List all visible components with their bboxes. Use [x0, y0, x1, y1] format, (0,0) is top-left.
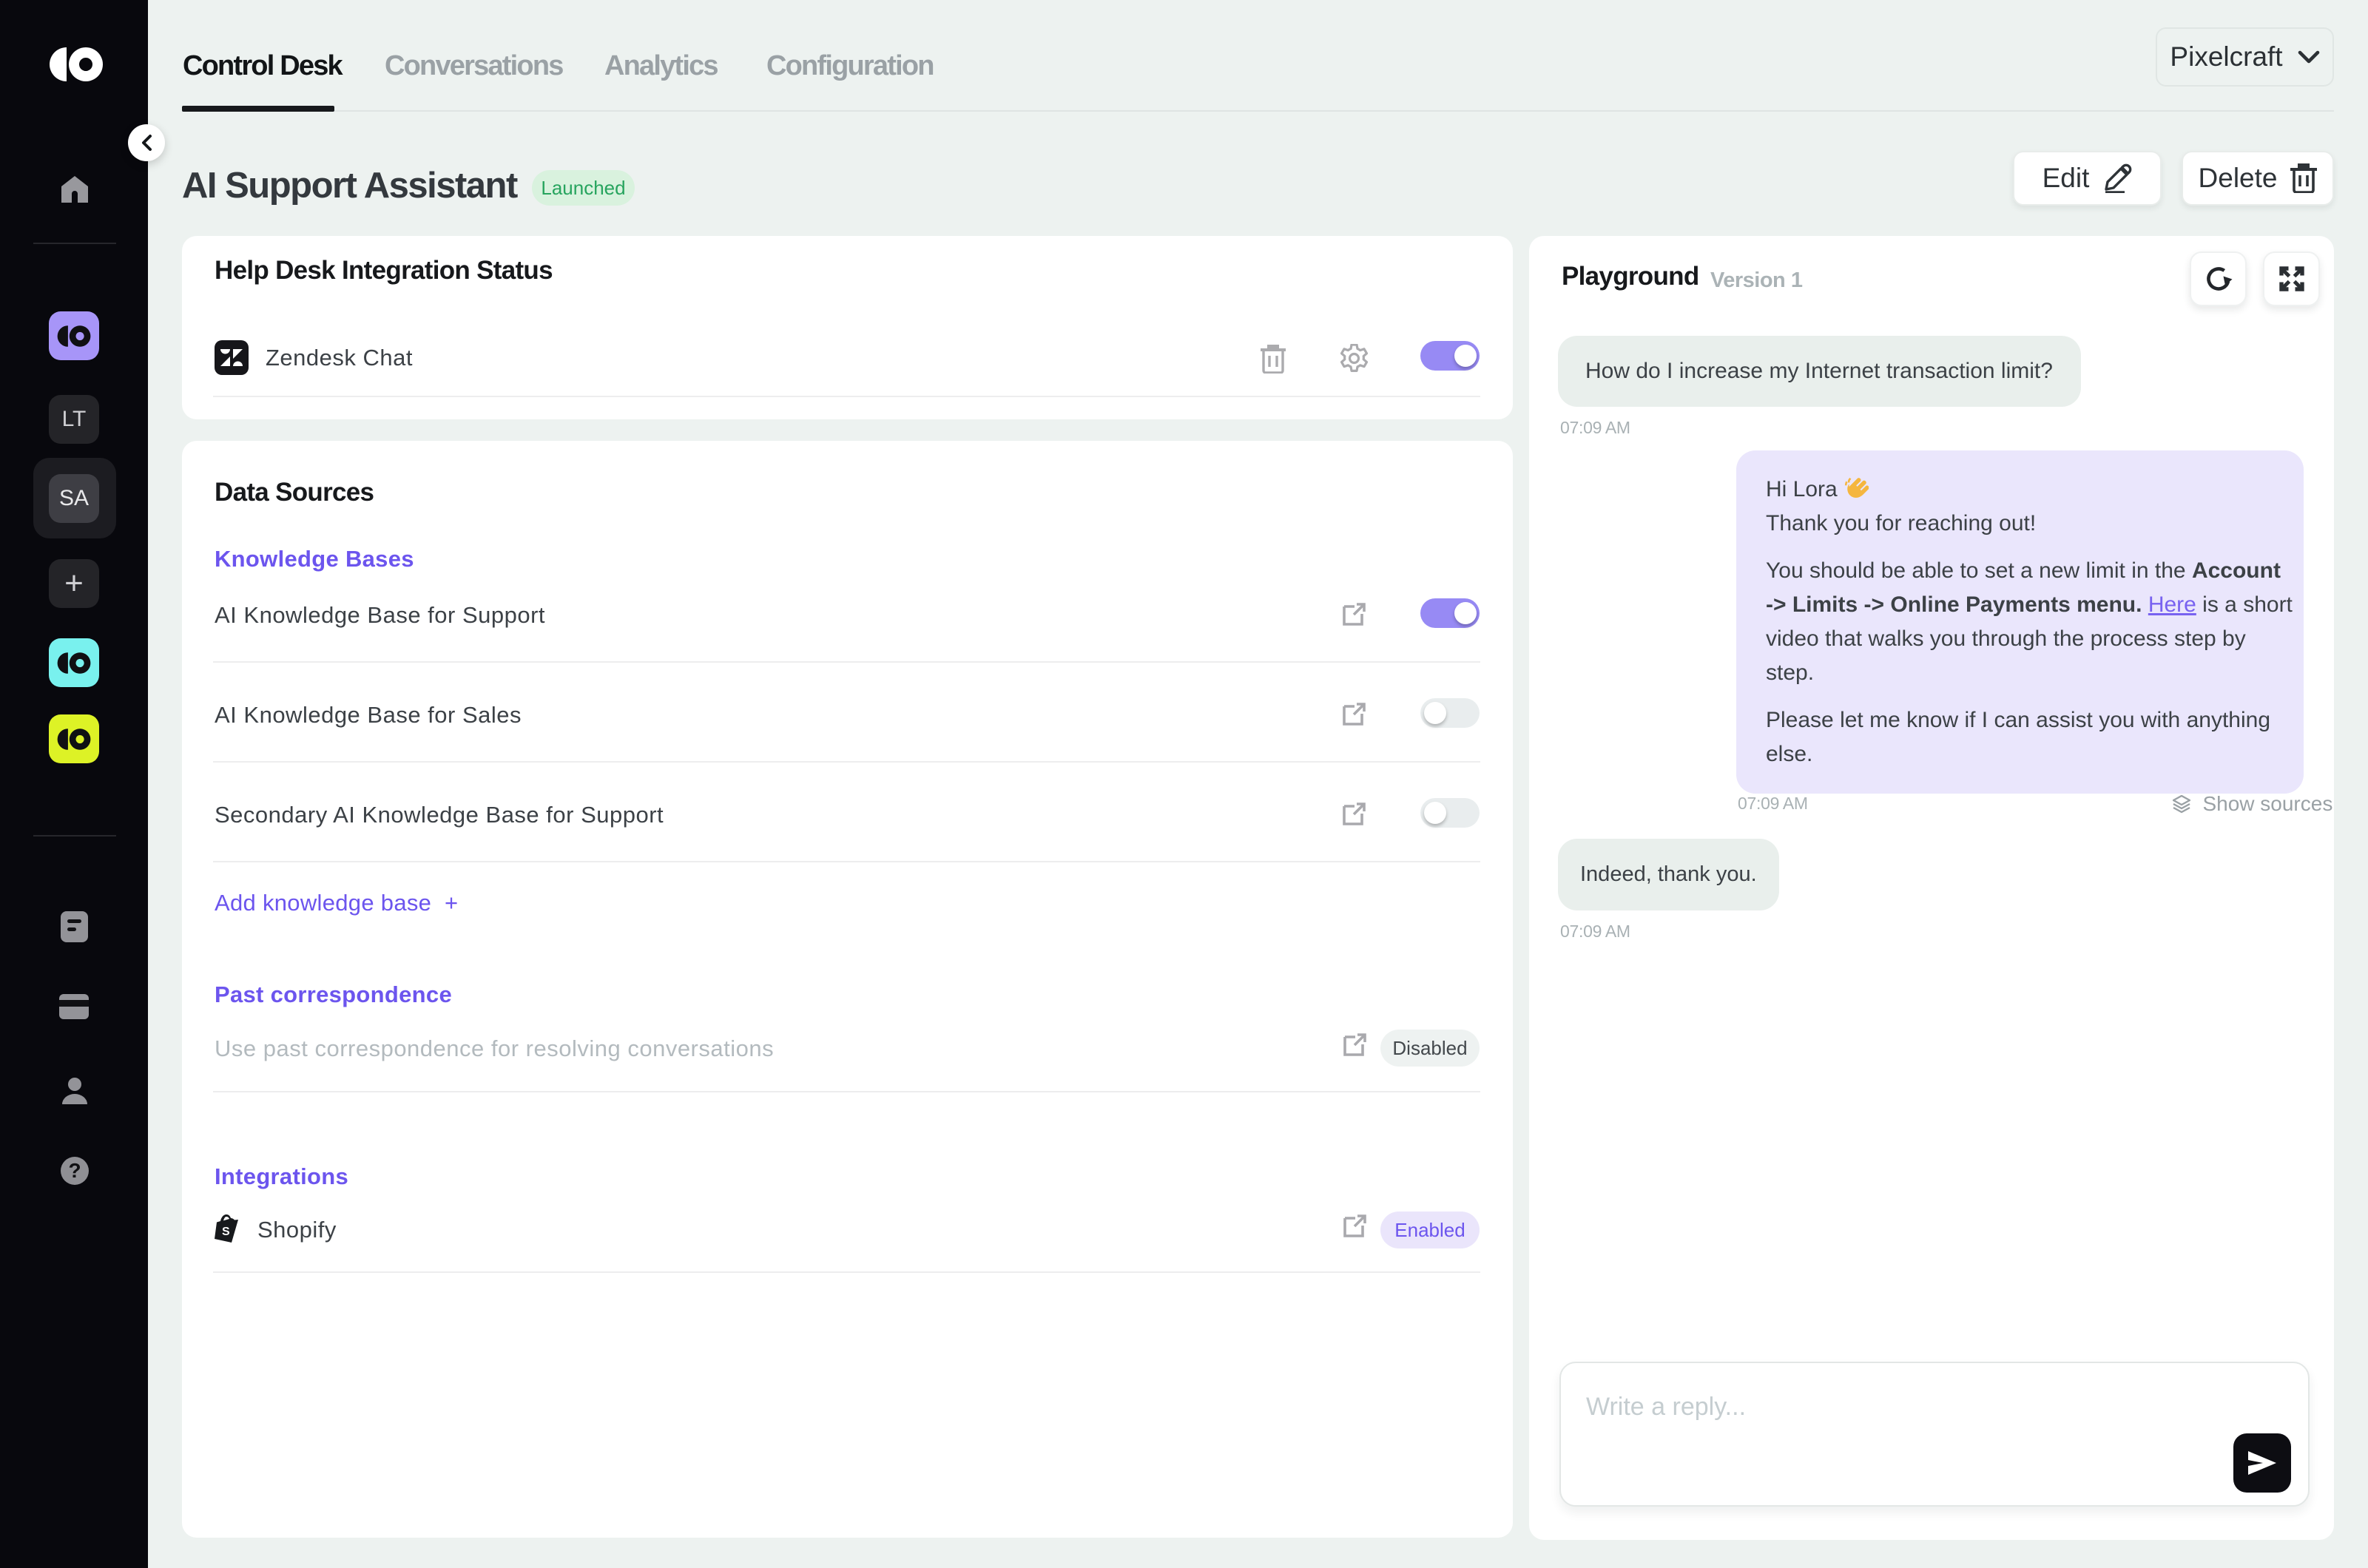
svg-text:S: S	[222, 1226, 230, 1238]
